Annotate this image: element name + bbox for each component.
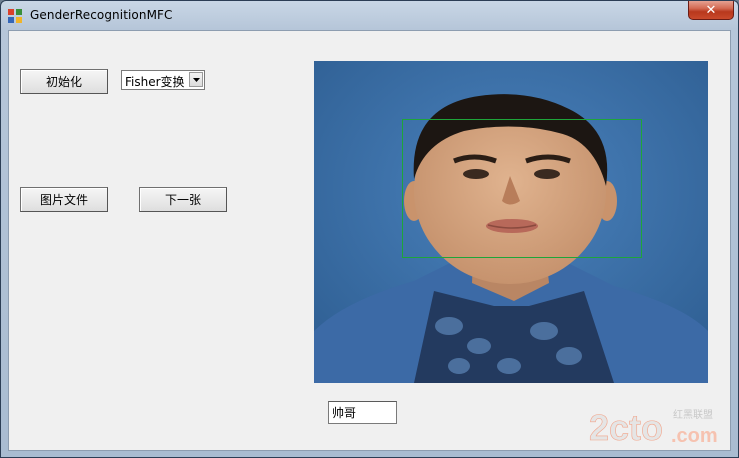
title-bar[interactable]: GenderRecognitionMFC ✕ bbox=[1, 1, 738, 30]
watermark-cn: 红黑联盟 bbox=[673, 408, 713, 421]
site-watermark: 2cto 红黑联盟 .com bbox=[589, 407, 718, 448]
init-button[interactable]: 初始化 bbox=[20, 69, 108, 94]
next-image-button-label: 下一张 bbox=[164, 193, 201, 207]
method-select[interactable]: Fisher变换 bbox=[121, 70, 205, 90]
window-title: GenderRecognitionMFC bbox=[30, 8, 173, 22]
close-button[interactable]: ✕ bbox=[688, 1, 734, 20]
app-icon bbox=[8, 9, 22, 23]
method-select-value: Fisher变换 bbox=[125, 75, 185, 89]
client-area: 初始化 Fisher变换 图片文件 下一张 帅哥 2cto 红黑联盟 .com bbox=[8, 30, 731, 451]
watermark-main: 2cto bbox=[589, 407, 663, 448]
result-text: 帅哥 bbox=[332, 406, 357, 420]
image-file-button[interactable]: 图片文件 bbox=[20, 187, 108, 212]
chevron-down-icon[interactable] bbox=[189, 72, 203, 87]
app-window: GenderRecognitionMFC ✕ 初始化 Fisher变换 图片文件… bbox=[0, 0, 739, 458]
portrait-photo bbox=[314, 61, 708, 383]
image-file-button-label: 图片文件 bbox=[39, 193, 88, 207]
init-button-label: 初始化 bbox=[45, 75, 82, 89]
result-field[interactable]: 帅哥 bbox=[328, 401, 397, 424]
next-image-button[interactable]: 下一张 bbox=[139, 187, 227, 212]
watermark-domain: .com bbox=[671, 425, 718, 447]
face-detection-rect bbox=[402, 119, 642, 258]
close-icon: ✕ bbox=[705, 2, 717, 18]
